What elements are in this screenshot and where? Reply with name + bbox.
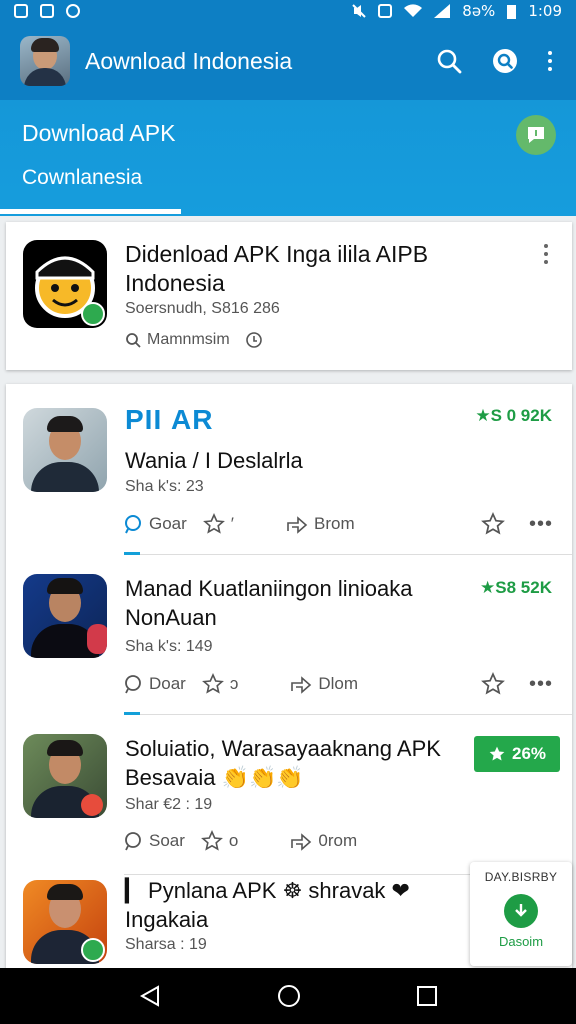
item-brand: PIΙ AR [125,404,214,435]
share-button[interactable]: Dlom [290,674,358,694]
status-bar: 8ə% 1:09 [0,0,576,22]
download-arrow-icon [515,904,527,917]
share-icon [291,676,312,694]
vibrate-icon [378,4,393,18]
rating-badge: 26% [474,736,560,772]
featured-more-icon[interactable] [544,244,548,264]
item-thumbnail [23,880,107,964]
chat-badge-icon[interactable] [516,115,556,155]
featured-subtitle: Soersnudh, S816 286 [125,300,280,317]
featured-meta-label: Mamnmsim [147,331,230,348]
item-thumbnail [23,734,107,818]
favorite-button[interactable]: ′ [202,513,234,535]
tab-cownlanesia[interactable]: Cownlanesia [22,166,142,190]
header-band: Download APK Cownlanesia [0,100,576,216]
tab-indicator [0,209,181,214]
featured-card[interactable]: Didenload APK Inga ilila AIPB Indonesia … [6,222,572,370]
float-card-title: DAY.BISRBY [484,870,558,884]
item-shares: Sha k's: 23 [125,478,204,495]
favorite-button[interactable]: ɔ [201,673,238,695]
comment-icon [125,675,141,694]
more-horiz-icon[interactable]: ••• [529,673,553,696]
search-circle-icon[interactable] [492,48,518,74]
header-title: Download APK [22,120,176,146]
link-notification-icon [66,4,80,18]
search-icon [126,333,141,348]
float-card-label: Dasoim [498,934,544,949]
comment-icon [125,832,141,851]
wifi-icon [404,4,423,18]
download-button[interactable] [504,894,538,928]
system-nav-bar [0,968,576,1024]
item-thumbnail [23,574,107,658]
item-shares: Sharsa : 19 [125,936,207,953]
featured-title: Didenload APK Inga ilila AIPB Indonesia [125,241,429,296]
app-bar: Aownload Indonesia [0,22,576,100]
share-icon [287,516,308,534]
item-title: Wania / I Deslalrla [125,448,303,473]
download-float-card[interactable]: DAY.BISRBY Dasoim [470,862,572,966]
item-title: Manad Kuatlaniingon linioaka NonAuan [125,576,413,630]
star-outline-icon[interactable] [481,672,505,696]
comment-icon [125,515,141,534]
item-shares: Sha k's: 149 [125,638,213,655]
mute-icon [352,4,366,18]
app-avatar[interactable] [20,36,70,86]
list-item[interactable]: Manad Kuatlaniingon linioaka NonAuan Sha… [6,550,572,710]
favorite-button[interactable]: o [200,830,238,852]
more-horiz-icon[interactable]: ••• [529,513,553,536]
comment-button[interactable]: Doar [123,674,186,694]
share-icon [291,833,312,851]
list-item[interactable]: Soluiatio, Warasayaaknang APK Besavaia 👏… [6,710,572,870]
item-title: ▎ Pynlana APK ☸ shravak ❤ Ingakaia [125,878,410,932]
recents-icon[interactable] [416,985,438,1007]
more-vert-icon[interactable] [548,51,552,71]
star-outline-icon [200,830,223,851]
item-price: ★S8 52K [480,578,552,597]
back-icon[interactable] [138,984,162,1008]
search-icon[interactable] [436,48,462,74]
star-outline-icon[interactable] [481,512,505,536]
battery-icon [507,4,517,19]
battery-percentage: 8ə% [462,2,496,20]
share-button[interactable]: 0rom [290,831,357,851]
star-icon [489,746,505,761]
refresh-icon[interactable] [244,330,264,350]
comment-button[interactable]: Goar [123,514,187,534]
status-time: 1:09 [528,2,562,20]
item-title: Soluiatio, Warasayaaknang APK Besavaia 👏… [125,736,441,790]
notification-icon [14,4,28,18]
image-notification-icon [40,4,54,18]
item-shares: Shar €2 : 19 [125,796,213,813]
signal-icon [434,4,451,18]
item-price: ★S 0 92K [475,406,552,425]
item-thumbnail [23,408,107,492]
comment-button[interactable]: Soar [123,831,185,851]
featured-meta: Mamnmsim [125,330,264,350]
app-title: Aownload Indonesia [85,47,293,74]
featured-app-icon [23,240,107,328]
star-outline-icon [202,513,225,534]
list-item[interactable]: PIΙ AR Wania / I Deslalrla Sha k's: 23 ★… [6,384,572,544]
star-outline-icon [201,673,224,694]
home-icon[interactable] [277,984,301,1008]
share-button[interactable]: Brom [286,514,355,534]
